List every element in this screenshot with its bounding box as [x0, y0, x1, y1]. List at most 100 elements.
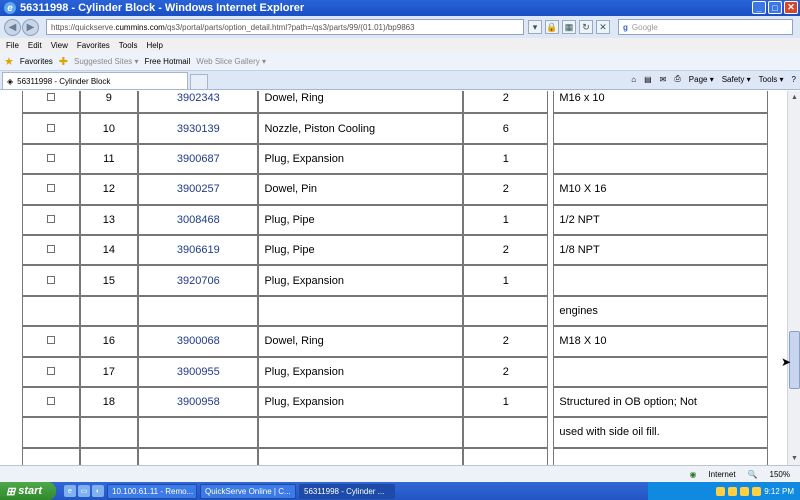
- quantity-cell: 1: [463, 265, 549, 296]
- menu-edit[interactable]: Edit: [28, 41, 42, 50]
- tray-icon[interactable]: [752, 486, 762, 496]
- safety-menu[interactable]: Safety ▾: [722, 75, 751, 84]
- quantity: 1: [502, 213, 509, 226]
- menu-file[interactable]: File: [6, 41, 19, 50]
- taskbar-item-remote[interactable]: 10.100.61.11 - Remo...: [107, 483, 197, 499]
- forward-button[interactable]: ▶: [22, 18, 39, 36]
- part-number-link[interactable]: 3900068: [177, 335, 220, 347]
- internet-zone-icon: ◉: [689, 469, 697, 479]
- lock-icon[interactable]: 🔒: [545, 20, 559, 34]
- row-select-cell-cell: [22, 265, 80, 296]
- row-checkbox[interactable]: [46, 123, 55, 132]
- desktop-quicklaunch-icon[interactable]: ▭: [78, 485, 90, 497]
- taskbar-item-label: 10.100.61.11 - Remo...: [112, 486, 194, 496]
- favorites-button[interactable]: Favorites: [20, 57, 53, 66]
- tray-icon[interactable]: [716, 486, 726, 496]
- row-checkbox[interactable]: [46, 153, 55, 162]
- taskbar-item-label: 56311998 - Cylinder ...: [304, 486, 385, 496]
- part-description: Plug, Expansion: [264, 274, 344, 287]
- scroll-up-icon[interactable]: ▲: [788, 91, 800, 104]
- row-select-cell-cell: [22, 91, 80, 114]
- start-button[interactable]: ⊞ start: [0, 482, 56, 500]
- ie-logo-icon: e: [4, 2, 16, 14]
- part-description: Plug, Expansion: [264, 365, 344, 378]
- remarks-cell: engines: [553, 295, 768, 327]
- row-checkbox[interactable]: [46, 336, 55, 345]
- stop-icon[interactable]: ✕: [596, 20, 610, 34]
- quantity-cell: 2: [463, 91, 549, 114]
- maximize-button[interactable]: □: [768, 1, 782, 14]
- row-select-cell-cell: [22, 234, 80, 266]
- row-checkbox[interactable]: [46, 93, 55, 102]
- part-number-link[interactable]: 3906619: [177, 244, 220, 256]
- url-input[interactable]: https://quickserve. cummins.com/qs3/porta…: [46, 19, 524, 35]
- zoom-level[interactable]: 150%: [770, 470, 790, 479]
- zoom-icon[interactable]: 🔍: [748, 470, 758, 479]
- part-number-link[interactable]: 3900257: [177, 183, 220, 195]
- mail-icon[interactable]: ✉: [660, 75, 667, 84]
- search-input[interactable]: g Google: [618, 19, 793, 35]
- row-checkbox[interactable]: [46, 184, 55, 193]
- back-button[interactable]: ◀: [4, 18, 21, 36]
- tools-menu[interactable]: Tools ▾: [759, 75, 784, 84]
- part-description: Plug, Expansion: [264, 152, 344, 165]
- minimize-button[interactable]: _: [752, 1, 766, 14]
- menu-view[interactable]: View: [51, 41, 68, 50]
- vertical-scrollbar[interactable]: ▲ ▼: [787, 91, 800, 465]
- quantity-cell: 1: [463, 204, 549, 235]
- row-checkbox[interactable]: [46, 275, 55, 284]
- print-icon[interactable]: ⎙: [674, 74, 680, 84]
- part-description-cell: [258, 447, 464, 465]
- remarks: 1/2 NPT: [559, 213, 600, 226]
- menu-favorites[interactable]: Favorites: [77, 41, 110, 50]
- close-button[interactable]: ✕: [784, 1, 798, 14]
- row-select-cell-cell: [22, 447, 80, 465]
- new-tab-button[interactable]: [190, 74, 208, 89]
- row-checkbox[interactable]: [46, 397, 55, 406]
- feeds-icon[interactable]: ▤: [644, 75, 652, 84]
- quantity: 6: [502, 122, 509, 135]
- table-row: 14 3906619 Plug, Pipe 2 1/8 NPT: [22, 234, 768, 266]
- quantity-cell: 2: [463, 234, 549, 266]
- remarks-cell: [553, 113, 768, 144]
- taskbar-item-cylinder-block[interactable]: 56311998 - Cylinder ...: [299, 483, 395, 499]
- part-number-link[interactable]: 3008468: [177, 214, 220, 226]
- tab-cylinder-block[interactable]: ◈ 56311998 - Cylinder Block: [2, 72, 188, 89]
- part-description: Dowel, Ring: [264, 92, 324, 105]
- menu-tools[interactable]: Tools: [119, 41, 138, 50]
- row-checkbox[interactable]: [46, 366, 55, 375]
- add-favorite-icon[interactable]: ✚: [59, 55, 68, 68]
- row-checkbox[interactable]: [46, 245, 55, 254]
- menu-help[interactable]: Help: [146, 41, 162, 50]
- ie-quicklaunch-icon[interactable]: e: [64, 485, 76, 497]
- address-bar: ◀ ▶ https://quickserve. cummins.com/qs3/p…: [0, 16, 800, 38]
- part-number-link[interactable]: 3930139: [177, 123, 220, 135]
- page-menu[interactable]: Page ▾: [689, 75, 714, 84]
- taskbar-item-quickserve[interactable]: QuickServe Online | C...: [200, 483, 296, 499]
- dropdown-icon[interactable]: ▾: [528, 20, 542, 34]
- command-bar: ⌂ ▤ ✉ ⎙ Page ▾ Safety ▾ Tools ▾ ?: [631, 74, 796, 84]
- app-quicklaunch-icon[interactable]: ◐: [92, 485, 104, 497]
- home-icon[interactable]: ⌂: [631, 75, 636, 84]
- free-hotmail-link[interactable]: Free Hotmail: [145, 57, 191, 66]
- quantity: 1: [502, 152, 509, 165]
- table-row: 15 3920706 Plug, Expansion 1: [22, 265, 768, 296]
- window-title: 56311998 - Cylinder Block - Windows Inte…: [20, 2, 305, 14]
- row-checkbox[interactable]: [46, 214, 55, 223]
- help-icon[interactable]: ?: [792, 75, 796, 84]
- compatibility-icon[interactable]: ▦: [562, 20, 576, 34]
- suggested-sites-link[interactable]: Suggested Sites ▾: [74, 57, 139, 66]
- quantity: 1: [502, 274, 509, 287]
- part-number-link[interactable]: 3920706: [177, 275, 220, 287]
- part-number-link[interactable]: 3902343: [177, 92, 220, 104]
- part-number-link[interactable]: 3900955: [177, 366, 220, 378]
- table-row: 11 3900687 Plug, Expansion 1: [22, 143, 768, 175]
- quantity-cell: 2: [463, 174, 549, 205]
- refresh-icon[interactable]: ↻: [579, 20, 593, 34]
- part-number-link[interactable]: 3900958: [177, 396, 220, 408]
- tray-icon[interactable]: [728, 486, 738, 496]
- scroll-down-icon[interactable]: ▼: [788, 452, 800, 465]
- web-slice-gallery-link[interactable]: Web Slice Gallery ▾: [196, 57, 266, 66]
- part-number-link[interactable]: 3900687: [177, 153, 220, 165]
- tray-icon[interactable]: [740, 486, 750, 496]
